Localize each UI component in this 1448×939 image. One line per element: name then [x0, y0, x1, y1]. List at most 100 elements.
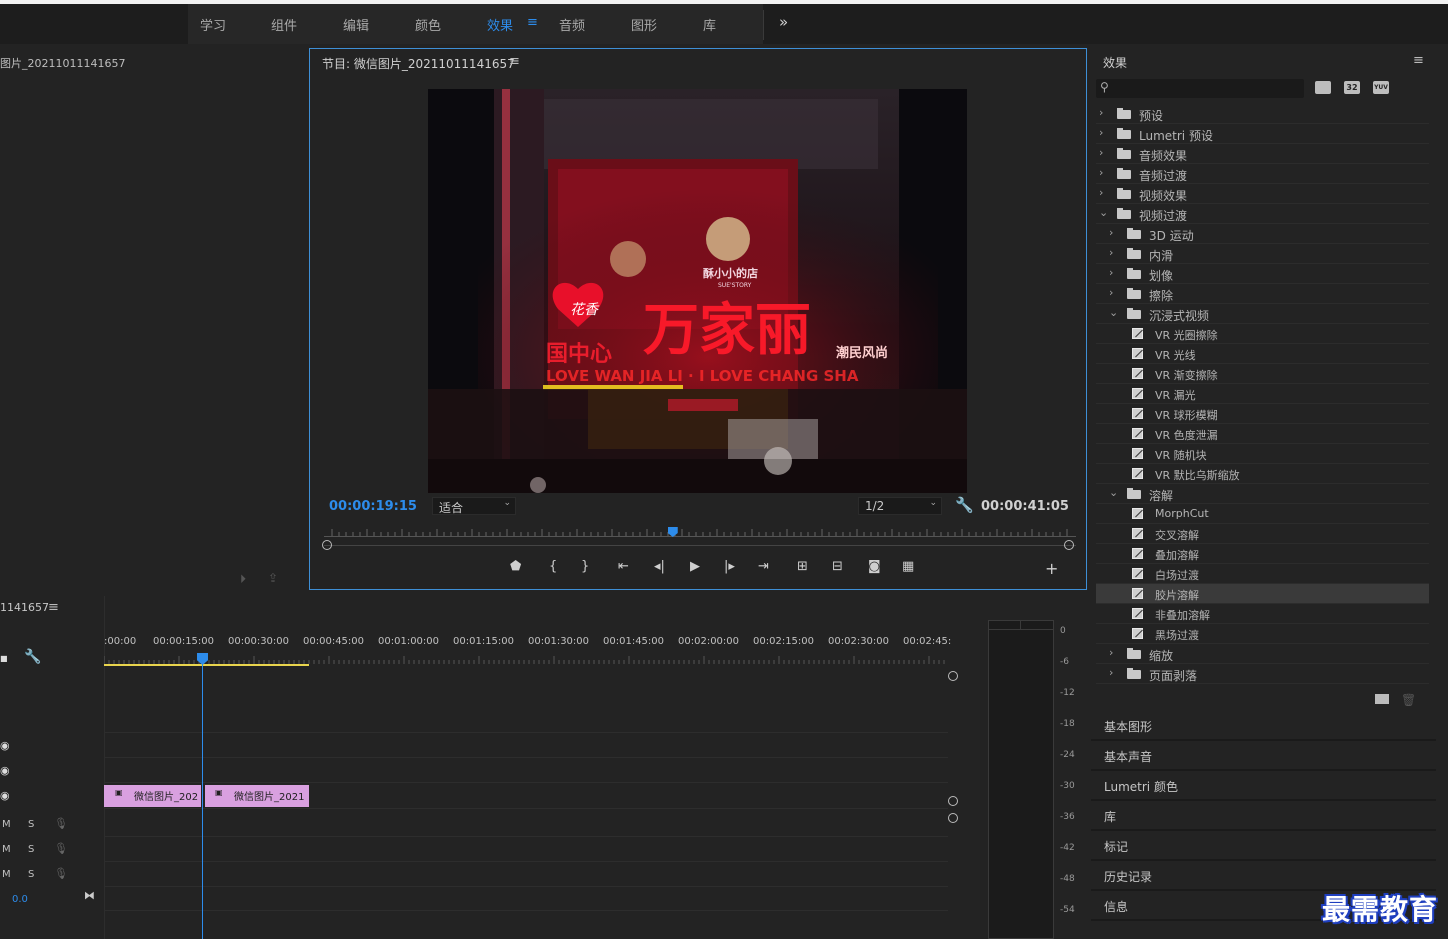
- effects-tree-item[interactable]: › 页面剥落: [1096, 664, 1429, 684]
- zoom-handle-left[interactable]: [322, 540, 332, 550]
- chevron-right-icon[interactable]: ›: [1099, 166, 1103, 179]
- effects-tree-item[interactable]: › 3D 运动: [1096, 224, 1429, 244]
- camera-icon[interactable]: ◙: [868, 559, 881, 574]
- workspace-tab-assembly[interactable]: 组件: [271, 15, 297, 34]
- effects-tree-item[interactable]: VR 光圈擦除: [1096, 324, 1429, 344]
- workspace-tab-color[interactable]: 颜色: [415, 15, 441, 34]
- step-forward-icon[interactable]: |▸: [724, 559, 735, 574]
- resolution-dropdown[interactable]: 1/2 ⌄: [858, 497, 942, 515]
- effects-tree-item[interactable]: ⌄ 视频过渡: [1096, 204, 1429, 224]
- effects-tree-item[interactable]: VR 随机块: [1096, 444, 1429, 464]
- add-button-icon[interactable]: +: [1045, 559, 1058, 578]
- workspace-tab-libraries[interactable]: 库: [703, 15, 716, 34]
- effects-tree-item[interactable]: › 音频效果: [1096, 144, 1429, 164]
- effects-tree-item[interactable]: › 预设: [1096, 104, 1429, 124]
- chevron-right-icon[interactable]: ›: [1099, 186, 1103, 199]
- microphone-icon[interactable]: 🎙: [54, 842, 68, 855]
- effects-tree-item[interactable]: ⌄ 溶解: [1096, 484, 1429, 504]
- work-area-bar[interactable]: [104, 664, 309, 666]
- 32-bit-effects-icon[interactable]: 32: [1344, 81, 1360, 94]
- effects-tree-item[interactable]: › Lumetri 预设: [1096, 124, 1429, 144]
- effects-tree-item[interactable]: 叠加溶解: [1096, 544, 1429, 564]
- solo-button[interactable]: S: [28, 869, 34, 880]
- chevron-right-icon[interactable]: ›: [1109, 246, 1113, 259]
- workspace-tab-audio[interactable]: 音频: [559, 15, 585, 34]
- effects-tree-item[interactable]: › 音频过渡: [1096, 164, 1429, 184]
- comparison-view-icon[interactable]: ▦: [902, 559, 914, 574]
- master-volume-value[interactable]: 0.0: [12, 894, 28, 905]
- timeline-ruler[interactable]: :00:00 00:00:15:00 00:00:30:00 00:00:45:00 0…: [104, 636, 954, 656]
- mark-out-icon[interactable]: }: [581, 559, 589, 574]
- effects-tree-item[interactable]: › 内滑: [1096, 244, 1429, 264]
- lift-icon[interactable]: ⊞: [797, 559, 808, 574]
- double-chevron-right-icon[interactable]: »: [779, 13, 788, 31]
- effects-tree-item[interactable]: VR 渐变擦除: [1096, 364, 1429, 384]
- video-clip[interactable]: ▣ 微信图片_202: [104, 785, 201, 807]
- panel-menu-icon[interactable]: ≡: [1413, 53, 1424, 68]
- step-back-icon[interactable]: ◂|: [654, 559, 665, 574]
- wrench-icon[interactable]: 🔧: [955, 496, 974, 514]
- monitor-time-ruler[interactable]: [322, 527, 1076, 550]
- chevron-right-icon[interactable]: ›: [1099, 126, 1103, 139]
- effects-tree-item[interactable]: 胶片溶解: [1096, 584, 1429, 604]
- workspace-tab-effects[interactable]: 效果: [487, 15, 513, 34]
- fit-dropdown[interactable]: 适合 ⌄: [432, 497, 516, 515]
- video-clip[interactable]: ▣ 微信图片_2021: [205, 785, 309, 807]
- chevron-right-icon[interactable]: ›: [1109, 646, 1113, 659]
- effects-tree-item[interactable]: › 视频效果: [1096, 184, 1429, 204]
- effects-tree-item[interactable]: 交叉溶解: [1096, 524, 1429, 544]
- effects-search-input[interactable]: ⚲: [1096, 79, 1304, 98]
- zoom-handle-right[interactable]: [1064, 540, 1074, 550]
- add-marker-icon[interactable]: ⬟: [510, 559, 521, 574]
- stacked-panel-header[interactable]: 库: [1091, 802, 1436, 831]
- effects-panel-title[interactable]: 效果: [1103, 54, 1127, 71]
- trash-icon[interactable]: 🗑: [1401, 693, 1416, 707]
- effects-tree-item[interactable]: 白场过渡: [1096, 564, 1429, 584]
- program-monitor-title[interactable]: 节目: 微信图片_20211011141657: [322, 55, 515, 72]
- effects-tree-item[interactable]: › 划像: [1096, 264, 1429, 284]
- effects-tree-item[interactable]: 黑场过渡: [1096, 624, 1429, 644]
- yuv-effects-icon[interactable]: YUV: [1373, 81, 1389, 94]
- solo-button[interactable]: S: [28, 819, 34, 830]
- master-track-end-icon[interactable]: ⧓: [84, 889, 95, 902]
- accelerated-effects-icon[interactable]: [1315, 81, 1331, 94]
- chevron-right-icon[interactable]: ›: [1109, 666, 1113, 679]
- chevron-right-icon[interactable]: ›: [1099, 106, 1103, 119]
- mute-button[interactable]: M: [2, 869, 11, 880]
- effects-tree-item[interactable]: 非叠加溶解: [1096, 604, 1429, 624]
- play-icon[interactable]: ▶: [690, 559, 700, 574]
- effects-tree-item[interactable]: VR 漏光: [1096, 384, 1429, 404]
- workspace-tab-editing[interactable]: 编辑: [343, 15, 369, 34]
- chevron-down-icon[interactable]: ⌄: [1109, 306, 1118, 319]
- go-to-in-icon[interactable]: ⇤: [618, 559, 629, 574]
- effects-tree-item[interactable]: VR 球形模糊: [1096, 404, 1429, 424]
- wrench-icon[interactable]: 🔧: [24, 649, 41, 665]
- panel-menu-icon[interactable]: ≡: [509, 54, 520, 69]
- mute-button[interactable]: M: [2, 819, 11, 830]
- stacked-panel-header[interactable]: 基本声音: [1091, 742, 1436, 771]
- stacked-panel-header[interactable]: 基本图形: [1091, 712, 1436, 741]
- insert-icon[interactable]: ⏵: [240, 572, 246, 587]
- extract-icon[interactable]: ⊟: [832, 559, 843, 574]
- workspace-menu-icon[interactable]: ≡: [527, 15, 538, 30]
- current-timecode[interactable]: 00:00:19:15: [329, 499, 417, 514]
- stacked-panel-header[interactable]: Lumetri 颜色: [1091, 772, 1436, 801]
- snap-icon[interactable]: ■: [0, 654, 8, 663]
- chevron-down-icon[interactable]: ⌄: [1109, 486, 1118, 499]
- toggle-track-output-icon[interactable]: ◉: [0, 739, 10, 752]
- scroll-handle[interactable]: [948, 796, 958, 806]
- stacked-panel-header[interactable]: 历史记录: [1091, 862, 1436, 891]
- chevron-right-icon[interactable]: ›: [1099, 146, 1103, 159]
- scroll-handle[interactable]: [948, 813, 958, 823]
- mark-in-icon[interactable]: {: [549, 559, 557, 574]
- mute-button[interactable]: M: [2, 844, 11, 855]
- export-icon[interactable]: ⇪: [268, 571, 278, 585]
- microphone-icon[interactable]: 🎙: [54, 817, 68, 830]
- panel-menu-icon[interactable]: ≡: [48, 600, 59, 615]
- effects-tree-item[interactable]: VR 光线: [1096, 344, 1429, 364]
- toggle-track-output-icon[interactable]: ◉: [0, 764, 10, 777]
- workspace-tab-graphics[interactable]: 图形: [631, 15, 657, 34]
- stacked-panel-header[interactable]: 标记: [1091, 832, 1436, 861]
- toggle-track-output-icon[interactable]: ◉: [0, 789, 10, 802]
- effects-tree-item[interactable]: VR 色度泄漏: [1096, 424, 1429, 444]
